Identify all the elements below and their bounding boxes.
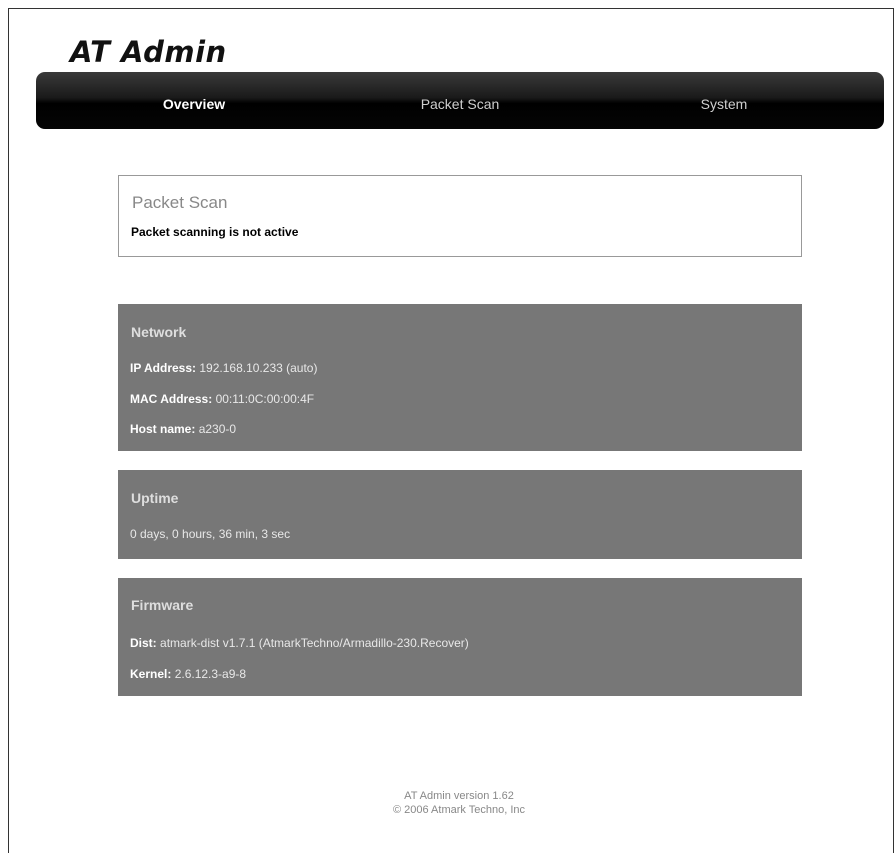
dist-value: atmark-dist v1.7.1 (AtmarkTechno/Armadil…	[160, 636, 469, 650]
firmware-title: Firmware	[131, 597, 194, 613]
footer-version: AT Admin version 1.62	[404, 790, 514, 802]
host-name-label: Host name:	[130, 422, 196, 436]
packet-scan-status: Packet scanning is not active	[131, 225, 299, 239]
nav-tab-overview[interactable]: Overview	[146, 72, 242, 129]
kernel-label: Kernel:	[130, 667, 172, 681]
host-name-row: Host name: a230-0	[130, 422, 236, 436]
ip-address-label: IP Address:	[130, 361, 197, 375]
ip-address-row: IP Address: 192.168.10.233 (auto)	[130, 361, 317, 375]
ip-address-value: 192.168.10.233 (auto)	[199, 361, 318, 375]
network-title: Network	[131, 324, 187, 340]
network-panel: Network IP Address: 192.168.10.233 (auto…	[118, 304, 802, 451]
kernel-value: 2.6.12.3-a9-8	[174, 667, 247, 681]
firmware-panel: Firmware Dist: atmark-dist v1.7.1 (Atmar…	[118, 578, 802, 696]
footer-copyright: © 2006 Atmark Techno, Inc	[392, 804, 526, 816]
main-nav-bar: Overview Packet Scan System	[36, 72, 884, 129]
uptime-title: Uptime	[131, 490, 179, 506]
uptime-panel: Uptime 0 days, 0 hours, 36 min, 3 sec	[118, 470, 802, 559]
nav-tab-packet-scan[interactable]: Packet Scan	[406, 72, 514, 129]
mac-address-value: 00:11:0C:00:00:4F	[215, 392, 315, 406]
dist-row: Dist: atmark-dist v1.7.1 (AtmarkTechno/A…	[130, 636, 469, 650]
mac-address-row: MAC Address: 00:11:0C:00:00:4F	[130, 392, 314, 406]
packet-scan-title: Packet Scan	[132, 193, 228, 212]
mac-address-label: MAC Address:	[130, 392, 213, 406]
uptime-value: 0 days, 0 hours, 36 min, 3 sec	[130, 527, 291, 541]
page-frame: AT Admin Overview Packet Scan System Pac…	[8, 8, 894, 853]
packet-scan-panel: Packet Scan Packet scanning is not activ…	[118, 175, 802, 257]
dist-label: Dist:	[130, 636, 157, 650]
host-name-value: a230-0	[198, 422, 237, 436]
kernel-row: Kernel: 2.6.12.3-a9-8	[130, 667, 246, 681]
app-logo[interactable]: AT Admin	[70, 35, 227, 69]
nav-tab-system[interactable]: System	[676, 72, 772, 129]
